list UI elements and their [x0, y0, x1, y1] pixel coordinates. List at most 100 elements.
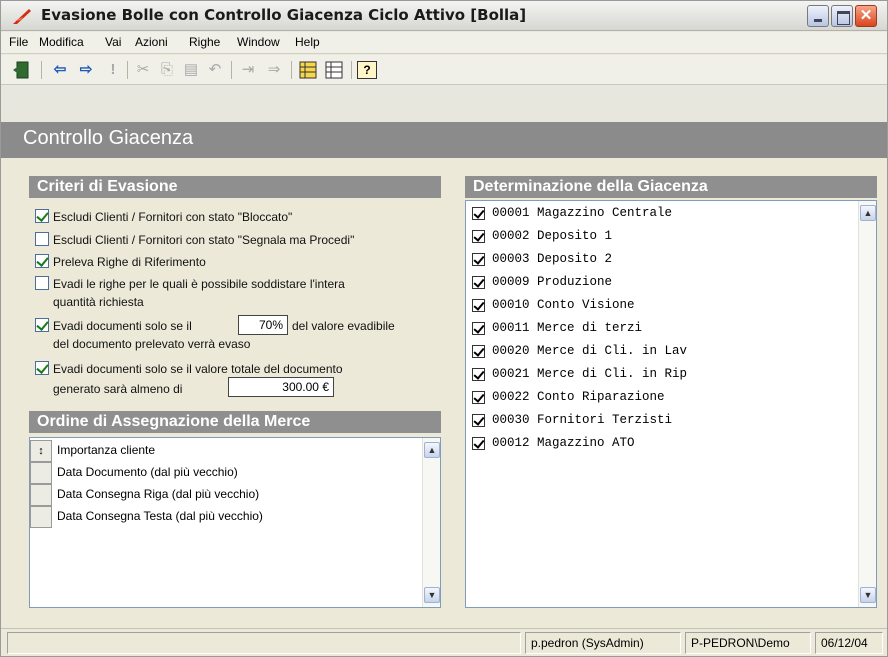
- insert-row-icon[interactable]: ⇥: [237, 60, 259, 80]
- giacenza-item[interactable]: 00030 Fornitori Terzisti: [472, 410, 842, 432]
- ordine-label: Data Documento (dal più vecchio): [57, 465, 238, 479]
- min-value-input[interactable]: 300.00 €: [228, 377, 334, 397]
- giacenza-item[interactable]: 00022 Conto Riparazione: [472, 387, 842, 409]
- menu-help[interactable]: Help: [295, 35, 320, 49]
- list-highlight-icon[interactable]: [297, 60, 319, 80]
- paste-icon[interactable]: ▤: [181, 60, 201, 80]
- drag-handle[interactable]: [30, 484, 52, 506]
- criteri-label-3: Preleva Righe di Riferimento: [53, 255, 206, 269]
- giacenza-label: 00003 Deposito 2: [492, 252, 613, 266]
- toolbar-separator: [351, 61, 352, 79]
- minimize-button[interactable]: [807, 5, 829, 27]
- toolbar-separator: [127, 61, 128, 79]
- giacenza-item[interactable]: 00002 Deposito 1: [472, 226, 842, 248]
- giacenza-checkbox[interactable]: [472, 414, 485, 427]
- cut-icon[interactable]: ✂: [133, 60, 153, 80]
- exit-door-icon[interactable]: [11, 60, 33, 80]
- ordine-list[interactable]: ↕ Importanza cliente Data Documento (dal…: [29, 437, 441, 608]
- criteri-header: Criteri di Evasione: [29, 176, 441, 198]
- undo-icon[interactable]: ↶: [205, 60, 225, 80]
- criteri-label-4b: quantità richiesta: [53, 295, 144, 309]
- scroll-down-icon[interactable]: ▼: [424, 587, 440, 603]
- copy-icon[interactable]: ⎘: [157, 60, 177, 80]
- menu-bar: File Modifica Vai Azioni Righe Window He…: [1, 32, 887, 54]
- criteri-checkbox-2[interactable]: [35, 232, 49, 246]
- ordine-row[interactable]: Data Documento (dal più vecchio): [30, 462, 410, 484]
- status-message: [7, 632, 521, 654]
- drag-handle[interactable]: [30, 506, 52, 528]
- giacenza-scrollbar[interactable]: ▲ ▼: [858, 201, 876, 607]
- giacenza-checkbox[interactable]: [472, 253, 485, 266]
- content-area: Criteri di Evasione Escludi Clienti / Fo…: [1, 158, 887, 628]
- menu-vai[interactable]: Vai: [105, 35, 121, 49]
- menu-modifica[interactable]: Modifica: [39, 35, 84, 49]
- toolbar: ⇦ ⇨ ! ✂ ⎘ ▤ ↶ ⇥ ⇒ ?: [1, 55, 887, 85]
- giacenza-item[interactable]: 00012 Magazzino ATO: [472, 433, 842, 455]
- criteri-checkbox-5[interactable]: [35, 318, 49, 332]
- exclamation-icon[interactable]: !: [105, 60, 121, 80]
- giacenza-item[interactable]: 00011 Merce di terzi: [472, 318, 842, 340]
- criteri-label-5c: del documento prelevato verrà evaso: [53, 337, 251, 351]
- giacenza-checkbox[interactable]: [472, 437, 485, 450]
- giacenza-item[interactable]: 00021 Merce di Cli. in Rip: [472, 364, 842, 386]
- ordine-label: Importanza cliente: [57, 443, 156, 457]
- criteri-checkbox-3[interactable]: [35, 254, 49, 268]
- giacenza-list[interactable]: 00001 Magazzino Centrale 00002 Deposito …: [465, 200, 877, 608]
- toolbar-area: [1, 85, 887, 122]
- criteri-checkbox-1[interactable]: [35, 209, 49, 223]
- back-arrow-icon[interactable]: ⇦: [49, 60, 71, 80]
- percent-input[interactable]: 70%: [238, 315, 288, 335]
- scroll-down-icon[interactable]: ▼: [860, 587, 876, 603]
- scroll-up-icon[interactable]: ▲: [424, 442, 440, 458]
- giacenza-label: 00030 Fornitori Terzisti: [492, 413, 673, 427]
- giacenza-item[interactable]: 00020 Merce di Cli. in Lav: [472, 341, 842, 363]
- giacenza-item[interactable]: 00010 Conto Visione: [472, 295, 842, 317]
- ordine-row[interactable]: ↕ Importanza cliente: [30, 440, 410, 462]
- giacenza-checkbox[interactable]: [472, 368, 485, 381]
- giacenza-label: 00010 Conto Visione: [492, 298, 635, 312]
- giacenza-checkbox[interactable]: [472, 391, 485, 404]
- criteri-checkbox-4[interactable]: [35, 276, 49, 290]
- criteri-label-4a: Evadi le righe per le quali è possibile …: [53, 277, 345, 291]
- giacenza-item[interactable]: 00003 Deposito 2: [472, 249, 842, 271]
- status-bar: p.pedron (SysAdmin) P-PEDRON\Demo 06/12/…: [1, 628, 887, 656]
- menu-azioni[interactable]: Azioni: [135, 35, 168, 49]
- ordine-scrollbar[interactable]: ▲ ▼: [422, 438, 440, 607]
- giacenza-label: 00002 Deposito 1: [492, 229, 613, 243]
- page-title: Controllo Giacenza: [23, 127, 194, 149]
- ordine-label: Data Consegna Riga (dal più vecchio): [57, 487, 260, 501]
- menu-file[interactable]: File: [9, 35, 28, 49]
- ordine-row[interactable]: Data Consegna Riga (dal più vecchio): [30, 484, 410, 506]
- status-company: P-PEDRON\Demo: [685, 632, 811, 654]
- menu-righe[interactable]: Righe: [189, 35, 220, 49]
- close-icon: ✕: [859, 7, 873, 24]
- forward-arrow-icon[interactable]: ⇨: [75, 60, 97, 80]
- close-button[interactable]: ✕: [855, 5, 877, 27]
- criteri-label-1: Escludi Clienti / Fornitori con stato "B…: [53, 210, 293, 224]
- giacenza-checkbox[interactable]: [472, 276, 485, 289]
- giacenza-label: 00021 Merce di Cli. in Rip: [492, 367, 688, 381]
- criteri-label-5a: Evadi documenti solo se il: [53, 319, 192, 333]
- help-icon[interactable]: ?: [357, 61, 377, 79]
- giacenza-item[interactable]: 00009 Produzione: [472, 272, 842, 294]
- giacenza-checkbox[interactable]: [472, 299, 485, 312]
- criteri-checkbox-6[interactable]: [35, 361, 49, 375]
- giacenza-item[interactable]: 00001 Magazzino Centrale: [472, 203, 842, 225]
- drag-handle[interactable]: [30, 462, 52, 484]
- ordine-header: Ordine di Assegnazione della Merce: [29, 411, 441, 433]
- toolbar-separator: [231, 61, 232, 79]
- giacenza-label: 00011 Merce di terzi: [492, 321, 643, 335]
- app-window: Evasione Bolle con Controllo Giacenza Ci…: [0, 0, 888, 657]
- giacenza-checkbox[interactable]: [472, 345, 485, 358]
- giacenza-checkbox[interactable]: [472, 207, 485, 220]
- scroll-up-icon[interactable]: ▲: [860, 205, 876, 221]
- drag-handle-icon[interactable]: ↕: [30, 440, 52, 462]
- maximize-button[interactable]: [831, 5, 853, 27]
- window-title: Evasione Bolle con Controllo Giacenza Ci…: [41, 6, 527, 24]
- giacenza-checkbox[interactable]: [472, 230, 485, 243]
- menu-window[interactable]: Window: [237, 35, 280, 49]
- append-row-icon[interactable]: ⇒: [263, 60, 285, 80]
- giacenza-checkbox[interactable]: [472, 322, 485, 335]
- ordine-row[interactable]: Data Consegna Testa (dal più vecchio): [30, 506, 410, 528]
- list-grid-icon[interactable]: [323, 60, 345, 80]
